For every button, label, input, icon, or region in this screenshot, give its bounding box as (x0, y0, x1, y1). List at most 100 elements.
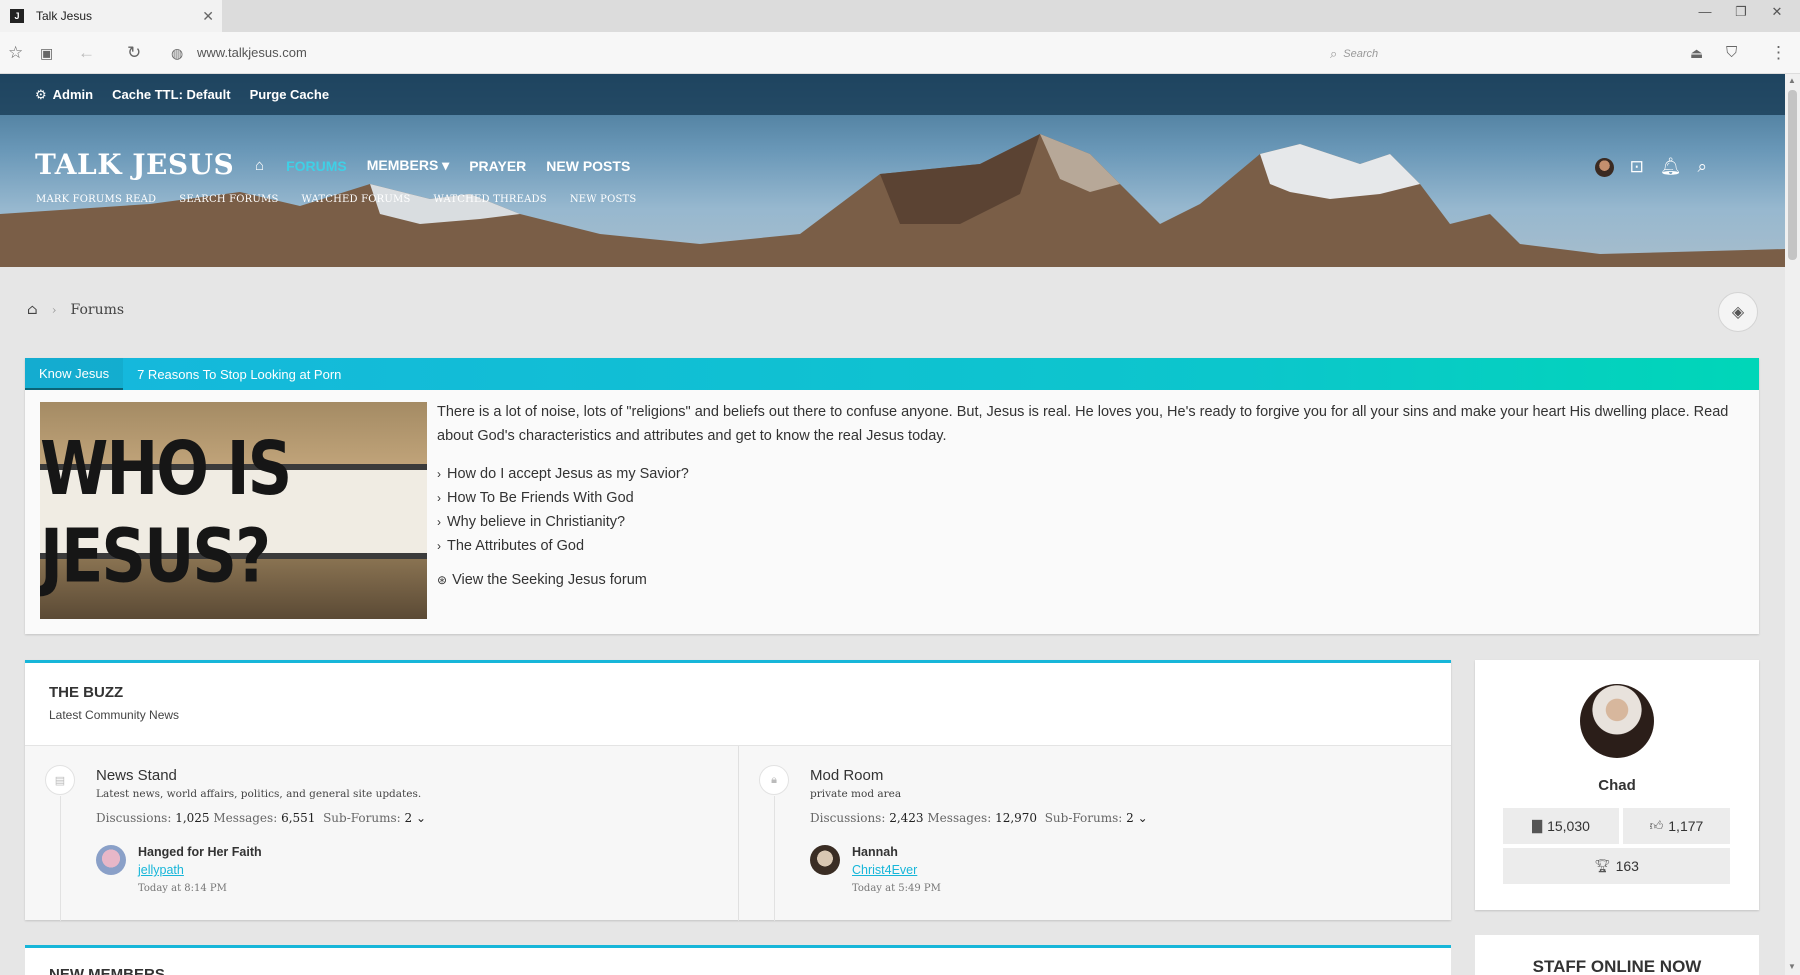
buzz-title[interactable]: THE BUZZ (49, 684, 123, 701)
chevron-right-icon: › (437, 467, 441, 481)
browser-tab[interactable]: J Talk Jesus ✕ (0, 0, 222, 32)
breadcrumb-current[interactable]: Forums (71, 302, 125, 318)
url-field[interactable]: www.talkjesus.com (197, 45, 307, 60)
node-stats: Discussions: 2,423 Messages: 12,970 Sub-… (810, 811, 1148, 825)
link-why-believe[interactable]: › Why believe in Christianity? (437, 510, 1747, 534)
link-label: How To Be Friends With God (447, 490, 634, 506)
subnav-search-forums[interactable]: SEARCH FORUMS (179, 194, 278, 205)
tab-title: Talk Jesus (36, 9, 93, 23)
purge-cache-link[interactable]: Purge Cache (250, 87, 329, 102)
node-divider (774, 796, 775, 921)
profile-avatar[interactable] (1580, 684, 1654, 758)
bell-icon[interactable]: 🔔︎ (1660, 157, 1682, 177)
home-icon[interactable]: ⌂ (255, 157, 264, 174)
link-accept-jesus[interactable]: › How do I accept Jesus as my Savior? (437, 462, 1747, 486)
seeking-jesus-forum-link[interactable]: ⊛ View the Seeking Jesus forum (437, 572, 1747, 588)
window-close-icon[interactable]: ✕ (1762, 4, 1792, 20)
link-label: The Attributes of God (447, 538, 585, 554)
gear-icon: ⚙ (35, 86, 47, 102)
know-jesus-intro: There is a lot of noise, lots of "religi… (437, 404, 1729, 444)
link-label: How do I accept Jesus as my Savior? (447, 466, 689, 482)
nav-prayer[interactable]: PRAYER (469, 158, 526, 174)
trophies-stat[interactable]: 🏆︎ 163 (1503, 848, 1730, 884)
browser-tab-bar: J Talk Jesus ✕ — ❐ ✕ (0, 0, 1800, 32)
avatar[interactable] (810, 845, 840, 875)
know-jesus-panel: Know Jesus 7 Reasons To Stop Looking at … (25, 358, 1759, 634)
address-bar: ☆ ▣ ← ↻ ◍ www.talkjesus.com ⌕ Search ⏏ ⛉… (0, 32, 1800, 74)
subforums-toggle[interactable]: 2 ⌄ (405, 811, 427, 825)
subnav-watched-threads[interactable]: WATCHED THREADS (434, 194, 547, 205)
node-stats: Discussions: 1,025 Messages: 6,551 Sub-F… (96, 811, 426, 825)
avatar[interactable] (96, 845, 126, 875)
restore-icon[interactable]: ❐ (1726, 4, 1756, 20)
latest-thread-title[interactable]: Hanged for Her Faith (138, 845, 262, 859)
image-band: WHO IS JESUS? (40, 424, 427, 599)
forum-node-news-stand: ▤ News Stand Latest news, world affairs,… (25, 746, 738, 921)
messages-label: Messages: (927, 811, 992, 825)
sub-nav: MARK FORUMS READ SEARCH FORUMS WATCHED F… (36, 194, 659, 205)
forum-icon: ▤ (45, 765, 75, 795)
main-nav: ⌂ FORUMS MEMBERS ▾ PRAYER NEW POSTS (255, 157, 650, 174)
the-buzz-block: THE BUZZ Latest Community News ▤ News St… (25, 660, 1451, 921)
search-icon[interactable]: ⌕ (1697, 157, 1707, 177)
scroll-down-icon[interactable]: ▼ (1788, 962, 1796, 971)
node-title[interactable]: Mod Room (810, 767, 883, 784)
staff-online-block: STAFF ONLINE NOW (1475, 935, 1759, 975)
likes-stat[interactable]: 👍︎ 1,177 (1623, 808, 1730, 844)
who-is-jesus-image[interactable]: WHO IS JESUS? (40, 402, 427, 619)
inbox-icon[interactable]: ⊡ (1630, 157, 1644, 177)
site-logo[interactable]: TALK JESUS (35, 148, 234, 181)
node-divider (60, 796, 61, 921)
discussions-label: Discussions: (810, 811, 886, 825)
folder-icon[interactable]: ▣ (40, 43, 53, 63)
header-icons: ⊡ 🔔︎ ⌕ (1579, 157, 1707, 177)
section-title[interactable]: NEW MEMBERS (49, 966, 165, 975)
subnav-new-posts[interactable]: NEW POSTS (570, 194, 637, 205)
latest-thread-user[interactable]: jellypath (138, 863, 184, 877)
bookmark-star-icon[interactable]: ☆ (8, 43, 23, 63)
user-avatar[interactable] (1594, 157, 1614, 177)
node-title[interactable]: News Stand (96, 767, 177, 784)
chevron-right-icon: › (437, 539, 441, 553)
page-scrollbar[interactable]: ▲ ▼ (1785, 74, 1800, 975)
inbox-icon[interactable]: ⏏ (1690, 43, 1703, 63)
thumbs-up-icon: 👍︎ (1649, 818, 1664, 833)
latest-thread-title[interactable]: Hannah (852, 845, 898, 859)
staff-online-title: STAFF ONLINE NOW (1532, 957, 1702, 975)
browser-search-input[interactable]: ⌕ Search (1330, 44, 1580, 64)
tab-know-jesus[interactable]: Know Jesus (25, 358, 124, 390)
back-icon[interactable]: ← (78, 43, 95, 63)
scroll-up-icon[interactable]: ▲ (1788, 76, 1796, 85)
nav-members[interactable]: MEMBERS ▾ (367, 157, 449, 174)
trophies-value: 163 (1615, 858, 1639, 874)
admin-link[interactable]: Admin (53, 87, 93, 102)
tab-stop-porn[interactable]: 7 Reasons To Stop Looking at Porn (123, 358, 355, 390)
latest-thread-user[interactable]: Christ4Ever (852, 863, 917, 877)
node-description: Latest news, world affairs, politics, an… (96, 788, 422, 800)
profile-name[interactable]: Chad (1475, 777, 1759, 794)
know-jesus-tabs: Know Jesus 7 Reasons To Stop Looking at … (25, 358, 1759, 390)
minimize-icon[interactable]: — (1690, 4, 1720, 19)
compass-icon[interactable]: ◈ (1718, 292, 1758, 332)
link-attributes-of-god[interactable]: › The Attributes of God (437, 534, 1747, 558)
scrollbar-thumb[interactable] (1788, 90, 1797, 260)
tab-close-icon[interactable]: ✕ (202, 8, 214, 25)
know-jesus-body: There is a lot of noise, lots of "religi… (437, 400, 1747, 588)
nav-forums[interactable]: FORUMS (286, 158, 347, 174)
reload-icon[interactable]: ↻ (127, 43, 141, 63)
breadcrumb-home-icon[interactable]: ⌂ (27, 302, 38, 318)
subforums-toggle[interactable]: 2 ⌄ (1126, 811, 1148, 825)
cache-ttl-link[interactable]: Cache TTL: Default (112, 87, 230, 102)
shield-icon[interactable]: ⛉ (1726, 43, 1737, 63)
nav-new-posts[interactable]: NEW POSTS (546, 158, 630, 174)
link-friends-with-god[interactable]: › How To Be Friends With God (437, 486, 1747, 510)
globe-icon: ◍ (171, 45, 184, 61)
subnav-watched-forums[interactable]: WATCHED FORUMS (302, 194, 411, 205)
messages-stat[interactable]: ▇ 15,030 (1503, 808, 1619, 844)
menu-dots-icon[interactable]: ⋮ (1770, 43, 1787, 63)
messages-label: Messages: (213, 811, 278, 825)
buzz-subtitle: Latest Community News (49, 708, 180, 722)
subnav-mark-forums-read[interactable]: MARK FORUMS READ (36, 194, 156, 205)
latest-thread-time: Today at 8:14 PM (138, 883, 227, 894)
comment-icon: ▇ (1532, 818, 1543, 833)
